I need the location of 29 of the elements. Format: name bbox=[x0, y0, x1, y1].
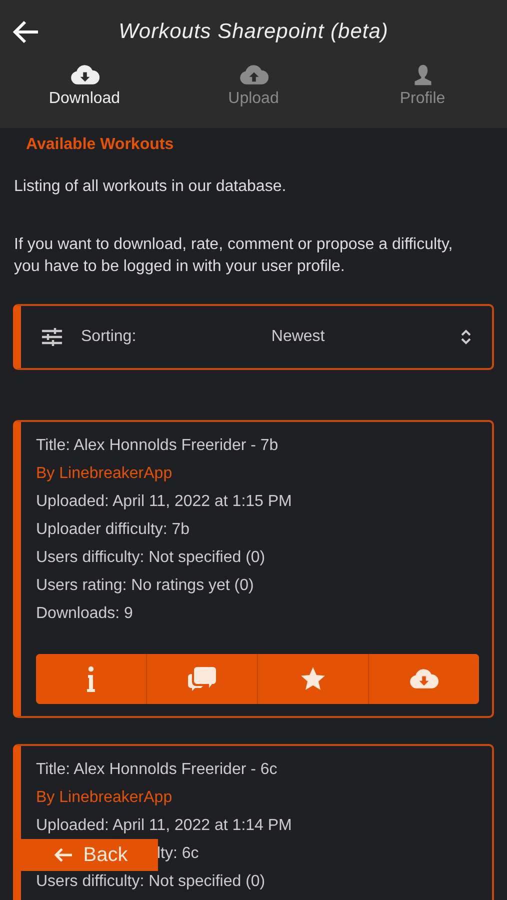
sliders-icon bbox=[41, 327, 63, 347]
sorting-dropdown[interactable]: Sorting: Newest bbox=[13, 304, 494, 370]
screen-title: Workouts Sharepoint (beta) bbox=[118, 20, 390, 44]
comments-icon bbox=[187, 666, 217, 692]
workout-detail: lty: 6c bbox=[157, 844, 199, 864]
tab[interactable]: Download bbox=[0, 64, 169, 108]
workout-detail: Title: Alex Honnolds Freerider - 6c bbox=[36, 760, 278, 780]
workout-detail: Uploader difficulty: 7b bbox=[36, 520, 191, 540]
workout-detail: Users difficulty: Not specified (0) bbox=[36, 548, 266, 568]
workout-detail: Uploaded: April 11, 2022 at 1:14 PM bbox=[36, 816, 293, 836]
section-title: Available Workouts bbox=[26, 136, 175, 154]
star-icon bbox=[298, 666, 328, 692]
info-icon bbox=[86, 666, 96, 692]
back-arrow-icon[interactable] bbox=[12, 20, 40, 44]
intro-text: If you want to download, rate, comment or propose a difficulty, you have to be logged in with your user profile. bbox=[14, 235, 454, 277]
author-link[interactable]: By LinebreakerApp bbox=[36, 460, 479, 488]
workout-detail: Users difficulty: Not specified (0) bbox=[36, 872, 266, 892]
workout-detail: Uploaded: April 11, 2022 at 1:15 PM bbox=[36, 492, 293, 512]
tab[interactable]: Upload bbox=[169, 64, 338, 108]
workout-detail: Downloads: 9 bbox=[36, 604, 134, 624]
tab[interactable]: Profile bbox=[338, 64, 507, 108]
workout-detail: Title: Alex Honnolds Freerider - 7b bbox=[36, 436, 280, 456]
chevron-up-down-icon bbox=[460, 329, 472, 345]
workout-detail: Users rating: No ratings yet (0) bbox=[36, 576, 255, 596]
cloud-upload-icon bbox=[238, 64, 268, 86]
intro-text: Listing of all workouts in our database. bbox=[14, 177, 288, 197]
author-link[interactable]: By LinebreakerApp bbox=[36, 784, 479, 812]
arrow-left-icon bbox=[53, 847, 74, 863]
cloud-download-icon bbox=[70, 64, 100, 86]
